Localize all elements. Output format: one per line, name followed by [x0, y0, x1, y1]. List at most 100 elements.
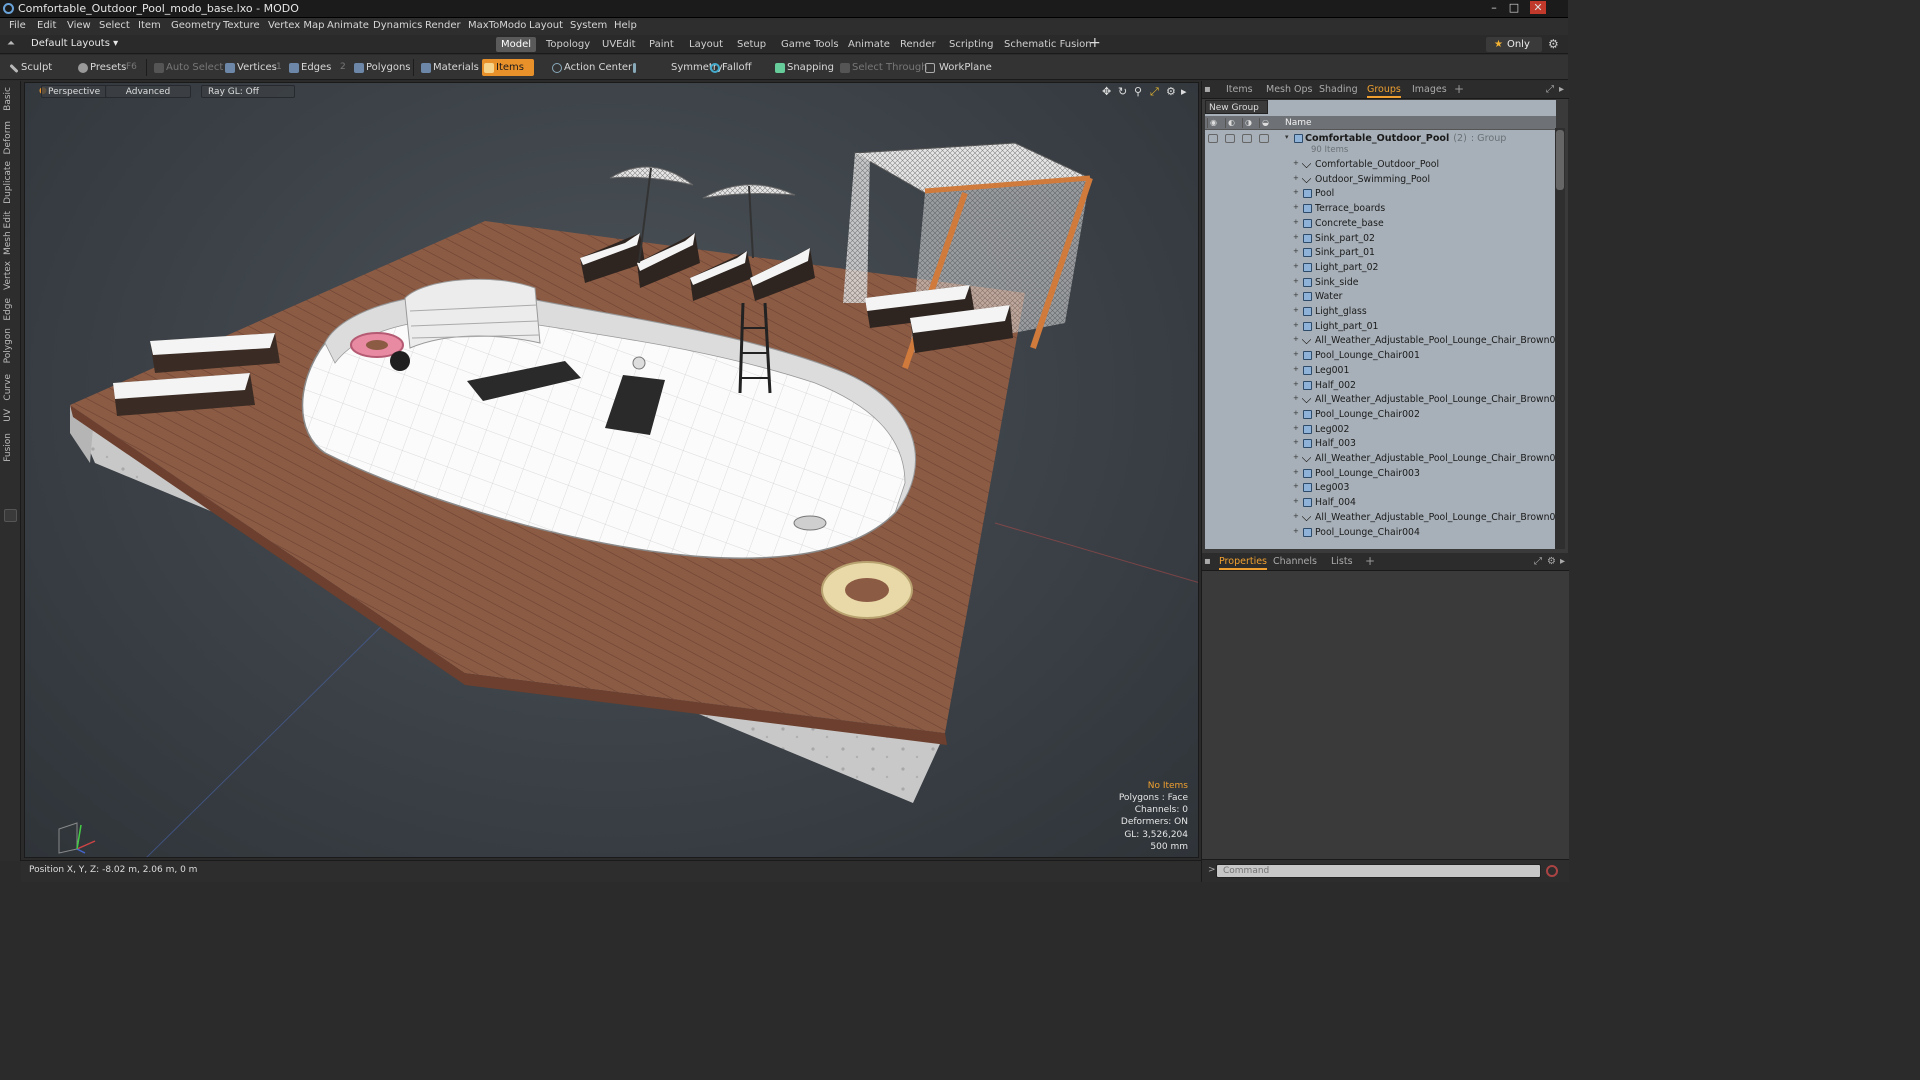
expand-arrow-icon[interactable]: + — [1293, 277, 1299, 285]
expand-arrow-icon[interactable]: + — [1293, 306, 1299, 314]
viewport-settings-icon[interactable]: ⚙ — [1166, 85, 1176, 98]
list-item[interactable]: + All_Weather_Adjustable_Pool_Lounge_Chai… — [1205, 510, 1556, 525]
tab-images[interactable]: Images — [1412, 84, 1447, 95]
panel-settings-icon[interactable]: ⚙ — [1547, 556, 1556, 567]
expand-arrow-icon[interactable]: + — [1293, 321, 1299, 329]
expand-arrow-icon[interactable]: + — [1293, 247, 1299, 255]
menu-texture[interactable]: Texture — [223, 20, 260, 31]
expand-arrow-icon[interactable]: + — [1293, 218, 1299, 226]
command-input[interactable] — [1216, 864, 1541, 878]
layout-selector[interactable]: Default Layouts ▾ — [31, 38, 118, 49]
items-button[interactable]: Items — [482, 59, 534, 76]
lock-column-icon[interactable]: ◐ — [1225, 118, 1237, 128]
tab-channels[interactable]: Channels — [1273, 556, 1317, 567]
list-item[interactable]: + All_Weather_Adjustable_Pool_Lounge_Chai… — [1205, 451, 1556, 466]
gear-icon[interactable]: ⚙ — [1548, 37, 1559, 51]
tab-setup[interactable]: Setup — [732, 37, 771, 52]
expand-arrow-icon[interactable]: + — [1293, 468, 1299, 476]
record-macro-icon[interactable] — [1546, 865, 1558, 877]
render-toggle[interactable] — [1242, 134, 1252, 143]
list-item[interactable]: + Light_part_01 — [1205, 319, 1554, 334]
tab-scripting[interactable]: Scripting — [944, 37, 998, 52]
toggle-panel-button[interactable] — [4, 509, 17, 522]
falloff-button[interactable]: Falloff — [708, 59, 752, 76]
panel-collapse-icon[interactable]: ▸ — [1559, 84, 1564, 95]
panel-menu-icon[interactable]: ▪ — [1204, 84, 1211, 95]
fit-icon[interactable]: ⤢ — [1150, 85, 1159, 99]
list-item[interactable]: + Pool — [1205, 186, 1554, 201]
expand-arrow-icon[interactable]: + — [1293, 438, 1299, 446]
expand-arrow-icon[interactable]: + — [1293, 497, 1299, 505]
tab-schematic-fusion[interactable]: Schematic Fusion — [999, 37, 1097, 52]
lock-toggle[interactable] — [1225, 134, 1235, 143]
tab-polygon[interactable]: Polygon — [3, 328, 13, 363]
tab-items[interactable]: Items — [1226, 84, 1253, 95]
list-item[interactable]: + Half_002 — [1205, 378, 1554, 393]
tab-game-tools[interactable]: Game Tools — [776, 37, 844, 52]
select-column-icon[interactable]: ◒ — [1259, 118, 1271, 128]
render-column-icon[interactable]: ◑ — [1242, 118, 1254, 128]
panel-menu-icon[interactable]: ▪ — [1204, 556, 1211, 567]
workplane-button[interactable]: WorkPlane — [923, 59, 992, 76]
list-item[interactable]: + Pool_Lounge_Chair002 — [1205, 407, 1554, 422]
scrollbar-thumb[interactable] — [1556, 130, 1564, 190]
close-button[interactable]: ✕ — [1530, 1, 1546, 14]
visibility-toggle[interactable] — [1208, 134, 1218, 143]
list-item[interactable]: + Pool_Lounge_Chair004 — [1205, 525, 1554, 540]
tab-mesh-edit[interactable]: Mesh Edit — [3, 211, 13, 255]
list-item[interactable]: + Terrace_boards — [1205, 201, 1554, 216]
expand-arrow-icon[interactable]: + — [1293, 350, 1299, 358]
edges-button[interactable]: Edges — [287, 59, 331, 76]
tab-fusion[interactable]: Fusion — [3, 433, 13, 462]
expand-arrow-icon[interactable]: + — [1293, 453, 1299, 461]
menu-file[interactable]: File — [9, 20, 26, 31]
vertices-button[interactable]: Vertices — [223, 59, 277, 76]
presets-button[interactable]: Presets — [76, 59, 126, 76]
viewport-expand-icon[interactable]: ▸ — [1181, 85, 1187, 98]
list-item[interactable]: + Pool_Lounge_Chair003 — [1205, 466, 1554, 481]
materials-button[interactable]: Materials — [419, 59, 479, 76]
list-item[interactable]: + All_Weather_Adjustable_Pool_Lounge_Chai… — [1205, 333, 1556, 348]
list-item[interactable]: + Outdoor_Swimming_Pool — [1205, 172, 1554, 187]
sculpt-button[interactable]: Sculpt — [7, 59, 52, 76]
maximize-button[interactable]: □ — [1506, 1, 1522, 14]
list-item[interactable]: + Half_004 — [1205, 495, 1554, 510]
expand-arrow-icon[interactable]: + — [1293, 409, 1299, 417]
menu-edit[interactable]: Edit — [37, 20, 56, 31]
expand-arrow-icon[interactable]: + — [1293, 512, 1299, 520]
menu-view[interactable]: View — [67, 20, 91, 31]
panel-expand-icon[interactable]: ⤢ — [1534, 556, 1542, 567]
raygl-button[interactable]: Ray GL: Off — [201, 85, 295, 98]
expand-arrow-icon[interactable]: + — [1293, 335, 1299, 343]
expand-arrow-icon[interactable]: + — [1293, 424, 1299, 432]
expand-arrow-icon[interactable]: + — [1293, 365, 1299, 373]
expand-arrow-icon[interactable]: + — [1293, 159, 1299, 167]
tab-deform[interactable]: Deform — [3, 121, 13, 154]
tab-basic[interactable]: Basic — [3, 87, 13, 111]
tab-model[interactable]: Model — [496, 37, 537, 52]
pan-icon[interactable]: ✥ — [1102, 85, 1111, 98]
tab-duplicate[interactable]: Duplicate — [3, 161, 13, 204]
only-toggle[interactable]: ★ Only — [1486, 37, 1542, 52]
polygons-button[interactable]: Polygons — [352, 59, 411, 76]
expand-arrow-icon[interactable]: + — [1293, 527, 1299, 535]
list-item[interactable]: + Leg001 — [1205, 363, 1554, 378]
panel-collapse-icon[interactable]: ▸ — [1560, 556, 1565, 567]
list-item[interactable]: + Water — [1205, 289, 1554, 304]
list-item[interactable]: + Sink_part_01 — [1205, 245, 1554, 260]
snapping-button[interactable]: Snapping — [773, 59, 834, 76]
collapse-arrow-icon[interactable]: ▾ — [1285, 133, 1289, 141]
tab-vertex[interactable]: Vertex — [3, 261, 13, 290]
tab-edge[interactable]: Edge — [3, 298, 13, 321]
expand-arrow-icon[interactable]: + — [1293, 188, 1299, 196]
action-center-button[interactable]: Action Center — [550, 59, 632, 76]
tab-groups[interactable]: Groups — [1367, 84, 1401, 98]
list-item[interactable]: + Light_part_02 — [1205, 260, 1554, 275]
expand-arrow-icon[interactable]: + — [1293, 394, 1299, 402]
tab-layout[interactable]: Layout — [684, 37, 728, 52]
panel-expand-icon[interactable]: ⤢ — [1546, 84, 1554, 95]
expand-arrow-icon[interactable]: + — [1293, 482, 1299, 490]
list-item[interactable]: + Leg002 — [1205, 422, 1554, 437]
tab-topology[interactable]: Topology — [541, 37, 595, 52]
list-item[interactable]: + Sink_part_02 — [1205, 231, 1554, 246]
